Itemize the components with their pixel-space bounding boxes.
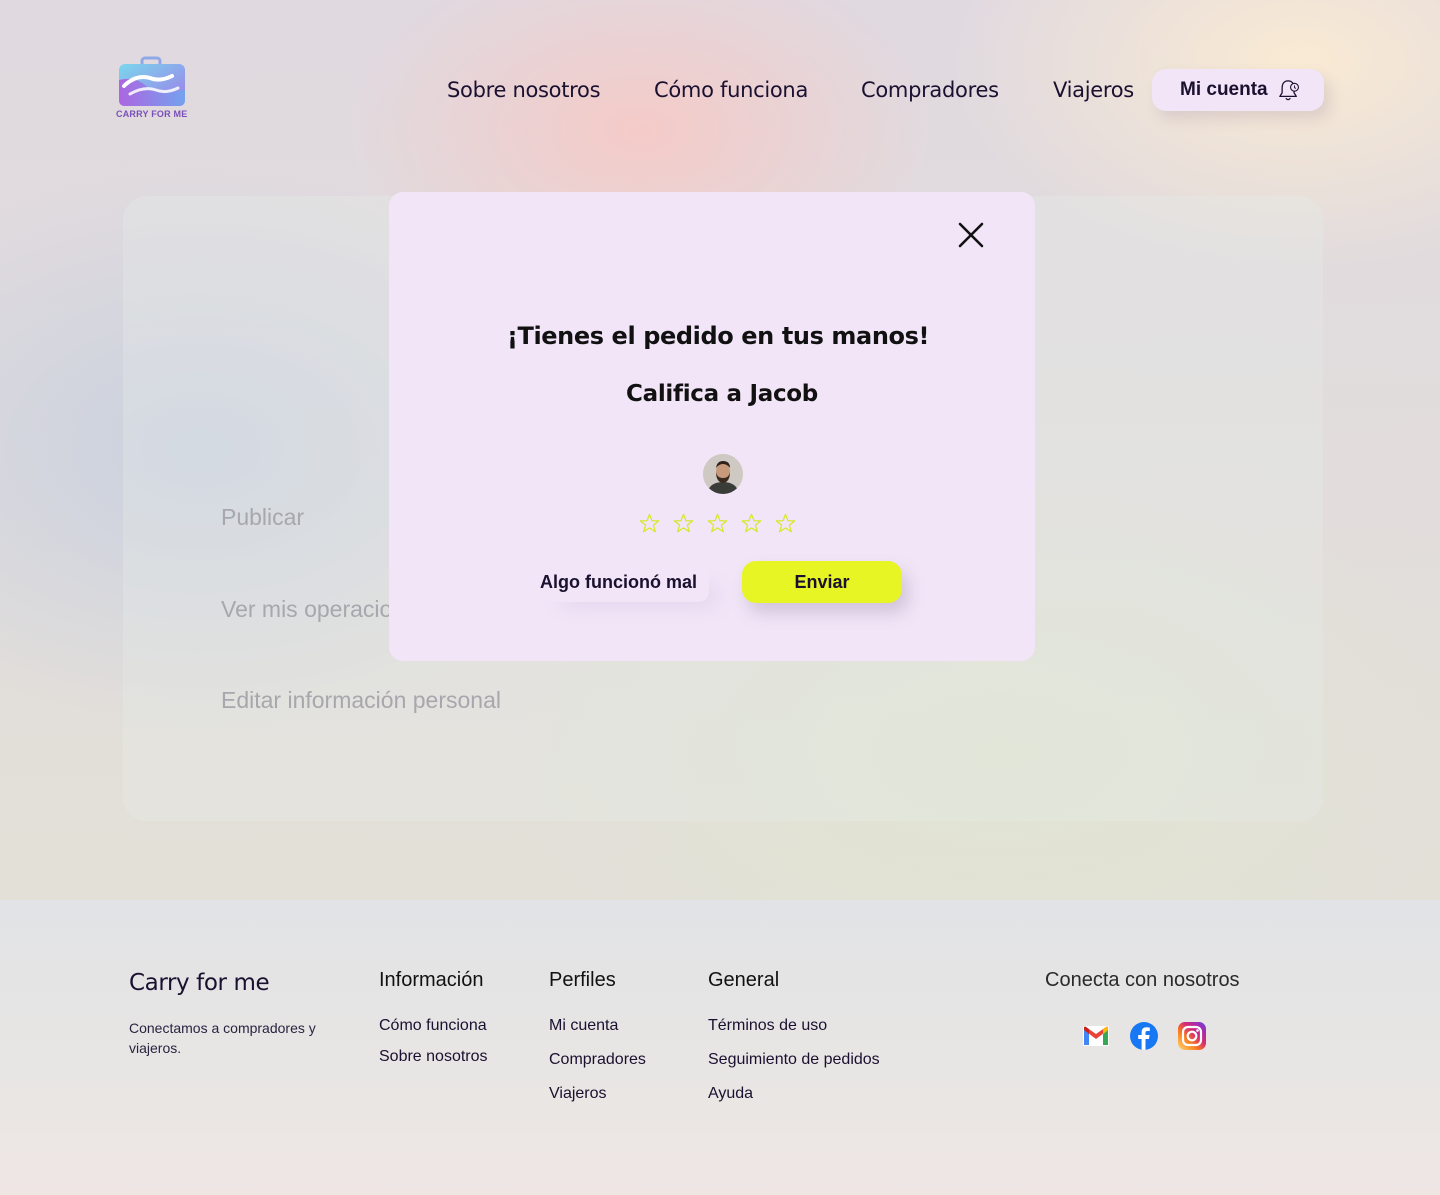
footer-heading-perfiles: Perfiles bbox=[549, 969, 616, 991]
footer-heading-informacion: Información bbox=[379, 969, 484, 991]
footer-link-sobre-nosotros[interactable]: Sobre nosotros bbox=[379, 1048, 488, 1066]
footer-link-ayuda[interactable]: Ayuda bbox=[708, 1085, 753, 1103]
avatar bbox=[703, 454, 743, 494]
footer-link-mi-cuenta[interactable]: Mi cuenta bbox=[549, 1017, 618, 1035]
suitcase-logo-icon bbox=[119, 56, 185, 106]
send-button[interactable]: Enviar bbox=[742, 561, 902, 603]
close-icon[interactable] bbox=[956, 220, 986, 250]
instagram-icon[interactable] bbox=[1177, 1021, 1207, 1051]
bell-icon bbox=[1278, 80, 1299, 101]
user-avatar-icon bbox=[703, 454, 743, 494]
footer-link-como-funciona[interactable]: Cómo funciona bbox=[379, 1017, 487, 1035]
facebook-icon[interactable] bbox=[1129, 1021, 1159, 1051]
menu-editar-informacion[interactable]: Editar información personal bbox=[221, 687, 501, 714]
footer-brand: Carry for me bbox=[129, 970, 270, 996]
nav-sobre-nosotros[interactable]: Sobre nosotros bbox=[447, 78, 601, 102]
logo-text: CARRY FOR ME bbox=[116, 109, 188, 119]
logo[interactable]: CARRY FOR ME bbox=[116, 56, 188, 122]
star-icon[interactable] bbox=[740, 512, 763, 535]
footer-description: Conectamos a compradores y viajeros. bbox=[129, 1020, 316, 1056]
gmail-icon[interactable] bbox=[1081, 1021, 1111, 1051]
footer-heading-conecta: Conecta con nosotros bbox=[1045, 969, 1240, 991]
footer-link-viajeros[interactable]: Viajeros bbox=[549, 1085, 607, 1103]
menu-publicar[interactable]: Publicar bbox=[221, 504, 304, 531]
rating-modal: ¡Tienes el pedido en tus manos! Califica… bbox=[389, 192, 1035, 661]
footer-link-terminos[interactable]: Términos de uso bbox=[708, 1017, 827, 1035]
account-label: Mi cuenta bbox=[1180, 79, 1268, 100]
nav-como-funciona[interactable]: Cómo funciona bbox=[654, 78, 808, 102]
star-icon[interactable] bbox=[672, 512, 695, 535]
modal-subtitle: Califica a Jacob bbox=[626, 381, 818, 407]
modal-title: ¡Tienes el pedido en tus manos! bbox=[506, 322, 930, 350]
star-icon[interactable] bbox=[706, 512, 729, 535]
report-problem-button[interactable]: Algo funcionó mal bbox=[529, 562, 709, 602]
footer-heading-general: General bbox=[708, 969, 780, 991]
footer-link-seguimiento[interactable]: Seguimiento de pedidos bbox=[708, 1051, 880, 1069]
footer-link-compradores[interactable]: Compradores bbox=[549, 1051, 646, 1069]
rating-stars[interactable] bbox=[638, 512, 797, 540]
star-icon[interactable] bbox=[774, 512, 797, 535]
nav-compradores[interactable]: Compradores bbox=[861, 78, 999, 102]
account-button[interactable]: Mi cuenta bbox=[1152, 69, 1324, 111]
star-icon[interactable] bbox=[638, 512, 661, 535]
nav-viajeros[interactable]: Viajeros bbox=[1053, 78, 1134, 102]
